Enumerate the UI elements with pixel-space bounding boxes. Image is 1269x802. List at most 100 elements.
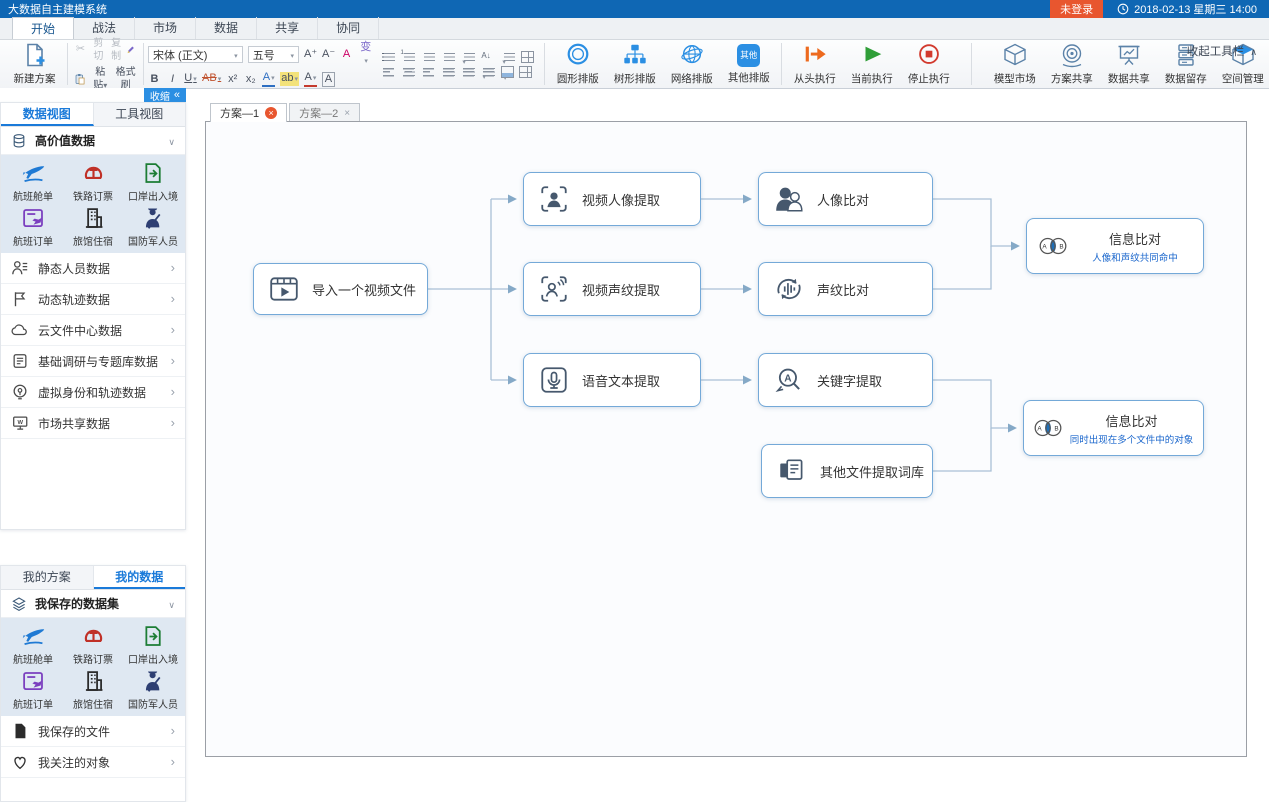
flowchart-canvas[interactable]: 导入一个视频文件 视频人像提取 人像比对 视频声纹提取: [205, 121, 1247, 757]
dataset-flight-order[interactable]: 航班订单: [3, 667, 63, 712]
font-color-button[interactable]: A: [304, 71, 317, 87]
underline-button[interactable]: U: [184, 72, 197, 86]
run-current-button[interactable]: 当前执行: [843, 41, 900, 87]
node-other-file-lexicon[interactable]: 其他文件提取词库: [761, 444, 933, 498]
highlight-button[interactable]: ab: [280, 72, 299, 86]
plan-share-button[interactable]: 方案共享: [1043, 41, 1100, 87]
tree-layout-button[interactable]: 树形排版: [606, 41, 663, 87]
node-voiceprint-compare[interactable]: 声纹比对: [758, 262, 933, 316]
other-layout-button[interactable]: 其他 其他排版: [720, 41, 777, 87]
node-speech-text-extract[interactable]: 语音文本提取: [523, 353, 701, 407]
subscript-button[interactable]: x₂: [244, 73, 257, 86]
list-item-my-saved-files[interactable]: 我保存的文件: [1, 716, 185, 747]
list-item-research-topic-data[interactable]: 基础调研与专题库数据: [1, 346, 185, 377]
node-import-video-file[interactable]: 导入一个视频文件: [253, 263, 428, 315]
close-tab-icon[interactable]: [265, 107, 277, 119]
tab-data-view[interactable]: 数据视图: [1, 103, 94, 126]
tab-start[interactable]: 开始: [12, 17, 74, 39]
node-video-face-extract[interactable]: 视频人像提取: [523, 172, 701, 226]
data-share-button[interactable]: 数据共享: [1100, 41, 1157, 87]
align-right-button[interactable]: [421, 66, 436, 78]
shrink-font-button[interactable]: A⁻: [322, 48, 335, 61]
italic-button[interactable]: I: [166, 73, 179, 86]
heart-icon: [11, 753, 29, 771]
collapse-toolbar-button[interactable]: 收起工具栏: [1187, 43, 1257, 59]
cut-icon[interactable]: ✂: [74, 43, 87, 56]
text-effects-button[interactable]: A: [262, 71, 275, 87]
network-layout-button[interactable]: 网络排版: [663, 41, 720, 87]
font-family-select[interactable]: 宋体 (正文): [148, 46, 243, 63]
list-item-my-followed-objects[interactable]: 我关注的对象: [1, 747, 185, 778]
tab-my-plans[interactable]: 我的方案: [1, 566, 94, 589]
justify-button[interactable]: [441, 66, 456, 78]
line-spacing-button[interactable]: [461, 51, 476, 63]
node-keyword-extract[interactable]: A 关键字提取: [758, 353, 933, 407]
align-left-button[interactable]: [381, 66, 396, 78]
superscript-button[interactable]: x²: [226, 73, 239, 86]
tab-share[interactable]: 共享: [257, 17, 318, 39]
dataset-flight-manifest[interactable]: 航班舱单: [3, 622, 63, 667]
section-my-saved-datasets[interactable]: 我保存的数据集: [1, 590, 185, 618]
strikethrough-button[interactable]: AB: [202, 72, 221, 86]
distribute-button[interactable]: [461, 66, 476, 78]
show-marks-button[interactable]: [501, 51, 516, 63]
list-item-static-person-data[interactable]: 静态人员数据: [1, 253, 185, 284]
table-button[interactable]: [521, 51, 534, 63]
face-compare-icon: [773, 183, 805, 215]
node-face-compare[interactable]: 人像比对: [758, 172, 933, 226]
new-plan-button[interactable]: 新建方案: [6, 41, 63, 87]
model-market-button[interactable]: 模型市场: [986, 41, 1043, 87]
stop-button[interactable]: 停止执行: [900, 41, 957, 87]
dataset-border-entry-exit[interactable]: 口岸出入境: [123, 159, 183, 204]
paragraph-spacing-button[interactable]: [481, 66, 496, 78]
list-item-virtual-identity-data[interactable]: 虚拟身份和轨迹数据: [1, 377, 185, 408]
dataset-hotel-stay[interactable]: 旅馆住宿: [63, 204, 123, 249]
dataset-border-entry-exit[interactable]: 口岸出入境: [123, 622, 183, 667]
tab-collaborate[interactable]: 协同: [318, 17, 379, 39]
font-size-select[interactable]: 五号: [248, 46, 299, 63]
list-item-cloud-file-data[interactable]: 云文件中心数据: [1, 315, 185, 346]
venn-diagram-icon: A B: [1032, 412, 1064, 444]
sidebar-collapse-button[interactable]: 收缩: [144, 88, 186, 102]
align-center-button[interactable]: [401, 66, 416, 78]
tab-data[interactable]: 数据: [196, 17, 257, 39]
bold-button[interactable]: B: [148, 73, 161, 86]
node-info-compare-2[interactable]: A B 信息比对 同时出现在多个文件中的对象: [1023, 400, 1204, 456]
dataset-flight-manifest[interactable]: 航班舱单: [3, 159, 63, 204]
section-high-value-data[interactable]: 高价值数据: [1, 127, 185, 155]
sort-button[interactable]: [481, 51, 496, 63]
node-video-voiceprint-extract[interactable]: 视频声纹提取: [523, 262, 701, 316]
login-status-badge[interactable]: 未登录: [1050, 0, 1103, 18]
grow-font-button[interactable]: A⁺: [304, 48, 317, 61]
dataset-hotel-stay[interactable]: 旅馆住宿: [63, 667, 123, 712]
run-from-start-button[interactable]: 从头执行: [786, 41, 843, 87]
clear-format-button[interactable]: A: [340, 48, 353, 61]
font-group: 宋体 (正文) 五号 A⁺ A⁻ A 变 B I U AB x² x₂ A ab…: [148, 41, 373, 87]
borders-button[interactable]: [519, 66, 532, 78]
list-item-market-shared-data[interactable]: W 市场共享数据: [1, 408, 185, 439]
numbered-list-button[interactable]: [401, 51, 416, 63]
cut-button[interactable]: 剪切: [92, 37, 105, 63]
plan-tab-2[interactable]: 方案—2: [289, 103, 360, 122]
tab-market[interactable]: 市场: [135, 17, 196, 39]
list-item-dynamic-track-data[interactable]: 动态轨迹数据: [1, 284, 185, 315]
tab-tool-view[interactable]: 工具视图: [94, 103, 186, 126]
bullet-list-button[interactable]: [381, 51, 396, 63]
copy-button[interactable]: 复制: [110, 37, 123, 63]
close-tab-icon[interactable]: [344, 108, 350, 119]
cube-icon: [1002, 42, 1028, 68]
dataset-railway-ticket[interactable]: 铁路订票: [63, 622, 123, 667]
phonetic-guide-button[interactable]: 变: [358, 41, 373, 68]
dataset-flight-order[interactable]: 航班订单: [3, 204, 63, 249]
decrease-indent-button[interactable]: [421, 51, 436, 63]
circle-layout-button[interactable]: 圆形排版: [549, 41, 606, 87]
increase-indent-button[interactable]: [441, 51, 456, 63]
shading-button[interactable]: [501, 66, 514, 78]
dataset-defense-personnel[interactable]: 国防军人员: [123, 204, 183, 249]
node-info-compare-1[interactable]: A B 信息比对 人像和声纹共同命中: [1026, 218, 1204, 274]
tab-my-data[interactable]: 我的数据: [94, 566, 186, 589]
plan-tab-1[interactable]: 方案—1: [210, 103, 287, 122]
character-shading-button[interactable]: A: [322, 72, 335, 87]
dataset-railway-ticket[interactable]: 铁路订票: [63, 159, 123, 204]
dataset-defense-personnel[interactable]: 国防军人员: [123, 667, 183, 712]
